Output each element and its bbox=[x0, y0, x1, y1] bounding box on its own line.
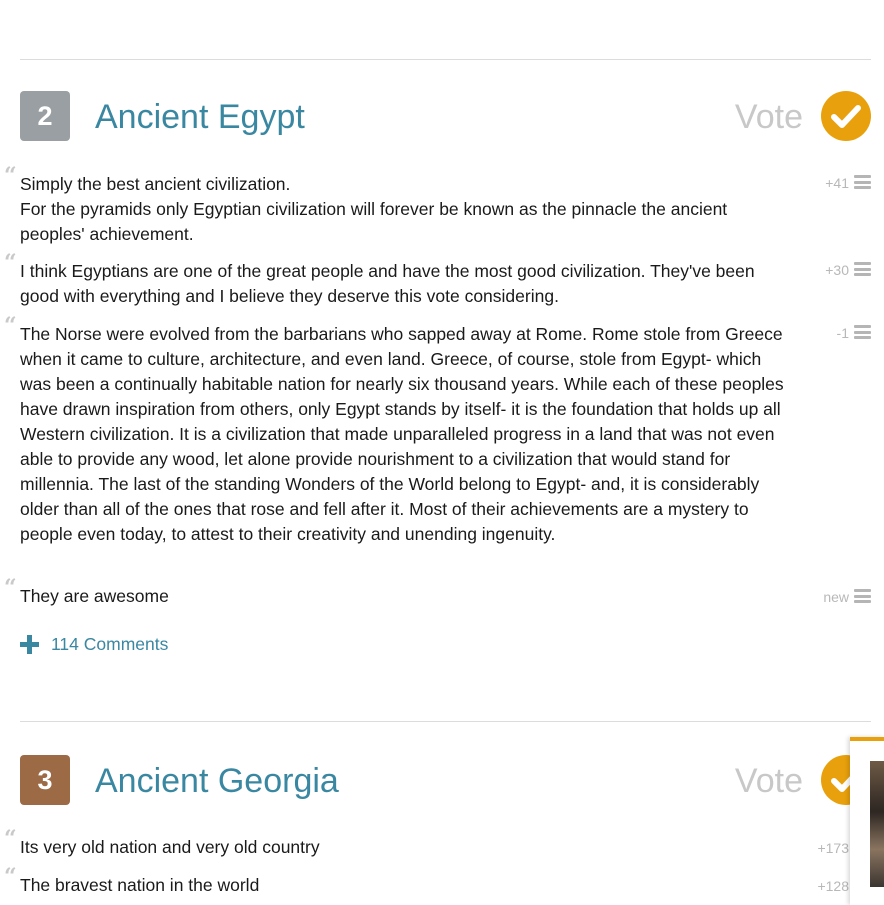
list-item-header: 2 Ancient Egypt Vote bbox=[20, 91, 871, 143]
comment-text: The bravest nation in the world bbox=[20, 875, 260, 895]
comment: “ I think Egyptians are one of the great… bbox=[0, 252, 871, 309]
checkmark-icon bbox=[831, 105, 861, 128]
comment: “ The bravest nation in the world +128 bbox=[0, 866, 871, 898]
list-item-header: 3 Ancient Georgia Vote bbox=[20, 755, 871, 807]
quote-icon: “ bbox=[4, 575, 17, 601]
quote-icon: “ bbox=[4, 313, 17, 339]
comment-text: I think Egyptians are one of the great p… bbox=[20, 261, 755, 306]
comment-text: Its very old nation and very old country bbox=[20, 837, 320, 857]
menu-icon[interactable] bbox=[854, 175, 871, 189]
rank-badge: 3 bbox=[20, 755, 70, 805]
comment-score: +173 bbox=[817, 840, 849, 856]
quote-icon: “ bbox=[4, 163, 17, 189]
comment: “ They are awesome new bbox=[0, 577, 871, 609]
section-divider bbox=[20, 721, 871, 722]
comment-score: +30 bbox=[825, 262, 849, 278]
vote-label[interactable]: Vote bbox=[735, 95, 803, 139]
comment-score: +128 bbox=[817, 878, 849, 894]
comment-score: -1 bbox=[836, 325, 849, 341]
comment-text: The Norse were evolved from the barbaria… bbox=[20, 324, 784, 544]
comment-text: Simply the best ancient civilization. Fo… bbox=[20, 174, 728, 244]
comment: “ Simply the best ancient civilization. … bbox=[0, 165, 871, 247]
comment-text: They are awesome bbox=[20, 586, 169, 606]
quote-icon: “ bbox=[4, 826, 17, 852]
item-title[interactable]: Ancient Egypt bbox=[95, 95, 305, 139]
quote-icon: “ bbox=[4, 250, 17, 276]
menu-icon[interactable] bbox=[854, 589, 871, 603]
section-divider bbox=[20, 59, 871, 60]
vote-label[interactable]: Vote bbox=[735, 759, 803, 803]
vote-button[interactable] bbox=[821, 91, 871, 141]
comment-score: +41 bbox=[825, 175, 849, 191]
side-popup-panel[interactable] bbox=[850, 737, 884, 905]
comment: “ Its very old nation and very old count… bbox=[0, 828, 871, 860]
comment-score: new bbox=[823, 589, 849, 605]
menu-icon[interactable] bbox=[854, 262, 871, 276]
item-title[interactable]: Ancient Georgia bbox=[95, 759, 339, 803]
rank-badge: 2 bbox=[20, 91, 70, 141]
quote-icon: “ bbox=[4, 864, 17, 890]
menu-icon[interactable] bbox=[854, 325, 871, 339]
thumbnail-image[interactable] bbox=[870, 761, 884, 887]
comment: “ The Norse were evolved from the barbar… bbox=[0, 315, 871, 572]
plus-icon bbox=[20, 635, 39, 654]
more-comments-label[interactable]: 114 Comments bbox=[51, 633, 168, 655]
